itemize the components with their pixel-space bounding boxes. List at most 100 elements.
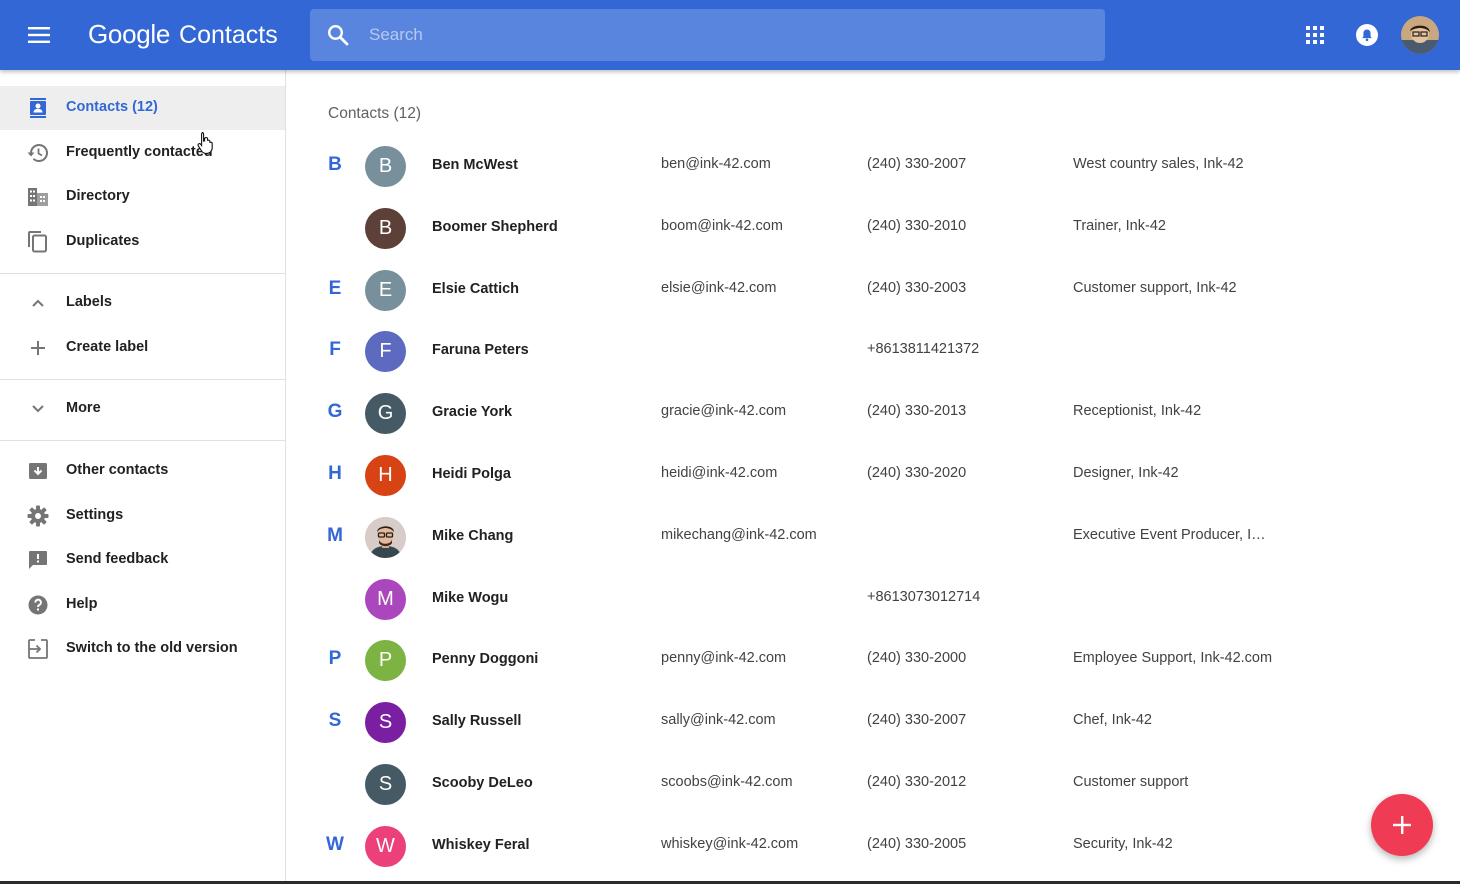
chevron-up-icon — [26, 291, 50, 315]
navigation-sidebar: Contacts (12) Frequently contacted Direc… — [0, 70, 286, 884]
google-apps-button[interactable] — [1297, 17, 1333, 53]
section-letter: E — [328, 278, 342, 299]
gear-icon — [26, 504, 50, 528]
contact-phone: (240) 330-2010 — [867, 218, 967, 234]
contact-name: Whiskey Feral — [432, 837, 530, 853]
search-icon[interactable] — [326, 23, 350, 47]
contact-avatar[interactable]: F — [365, 331, 406, 372]
sidebar-item-label: Other contacts — [66, 462, 169, 478]
contact-name: Sally Russell — [432, 713, 522, 729]
sidebar-item-contacts[interactable]: Contacts (12) — [0, 86, 285, 130]
contact-photo-icon — [365, 517, 406, 558]
sidebar-item-label: Directory — [66, 188, 130, 204]
contact-job-title: Customer support, Ink-42 — [1073, 280, 1237, 296]
contact-job-title: Receptionist, Ink-42 — [1073, 403, 1202, 419]
contact-phone: (240) 330-2012 — [867, 774, 967, 790]
notification-bell-icon — [1356, 24, 1378, 46]
contact-avatar[interactable]: B — [365, 146, 406, 187]
contact-phone: +8613811421372 — [867, 341, 980, 357]
sidebar-item-duplicates[interactable]: Duplicates — [0, 220, 285, 264]
contact-row[interactable]: E E Elsie Cattich elsie@ink-42.com (240)… — [287, 260, 1460, 322]
contact-avatar[interactable]: S — [365, 702, 406, 743]
contact-row[interactable]: G G Gracie York gracie@ink-42.com (240) … — [287, 383, 1460, 445]
contact-name: Penny Doggoni — [432, 651, 539, 667]
history-icon — [26, 141, 50, 165]
sidebar-item-switch-old-version[interactable]: Switch to the old version — [0, 627, 285, 671]
sidebar-item-other-contacts[interactable]: Other contacts — [0, 449, 285, 493]
contact-phone: (240) 330-2013 — [867, 403, 967, 419]
exit-icon — [26, 637, 50, 661]
contact-name: Gracie York — [432, 404, 513, 420]
contact-email: scoobs@ink-42.com — [661, 774, 793, 790]
contact-row[interactable]: S Scooby DeLeo scoobs@ink-42.com (240) 3… — [287, 754, 1460, 816]
search-input[interactable] — [369, 9, 1089, 61]
contact-job-title: Trainer, Ink-42 — [1073, 218, 1166, 234]
contact-row[interactable]: P P Penny Doggoni penny@ink-42.com (240)… — [287, 630, 1460, 692]
contact-row[interactable]: S S Sally Russell sally@ink-42.com (240)… — [287, 692, 1460, 754]
notifications-button[interactable] — [1349, 17, 1385, 53]
contact-row[interactable]: M Mike Wogu +8613073012714 — [287, 569, 1460, 631]
contact-avatar[interactable]: B — [365, 208, 406, 249]
contact-avatar[interactable]: H — [365, 455, 406, 496]
contact-job-title: Security, Ink-42 — [1073, 836, 1173, 852]
contact-row[interactable]: B B Ben McWest ben@ink-42.com (240) 330-… — [287, 136, 1460, 198]
sidebar-item-settings[interactable]: Settings — [0, 494, 285, 538]
contact-name: Ben McWest — [432, 157, 518, 173]
sidebar-divider — [0, 273, 285, 274]
contact-phone: (240) 330-2000 — [867, 650, 967, 666]
contact-row[interactable]: M Mike Chang mikechang@ink-42.com Execut… — [287, 507, 1460, 569]
contact-avatar[interactable]: W — [365, 826, 406, 867]
sidebar-item-send-feedback[interactable]: Send feedback — [0, 538, 285, 582]
list-title: Contacts (12) — [328, 105, 422, 122]
contact-phone: (240) 330-2005 — [867, 836, 967, 852]
contact-avatar[interactable]: M — [365, 579, 406, 620]
contacts-icon — [26, 96, 50, 120]
more-section-toggle[interactable]: More — [0, 387, 285, 431]
hamburger-menu-icon — [28, 27, 50, 43]
contact-avatar[interactable] — [365, 517, 406, 558]
contact-email: elsie@ink-42.com — [661, 280, 777, 296]
sidebar-divider — [0, 379, 285, 380]
product-name: Contacts — [179, 21, 278, 49]
contact-avatar[interactable]: G — [365, 393, 406, 434]
contact-row[interactable]: W W Whiskey Feral whiskey@ink-42.com (24… — [287, 816, 1460, 878]
sidebar-item-label: Frequently contacted — [66, 144, 213, 160]
contact-name: Boomer Shepherd — [432, 219, 558, 235]
create-label-text: Create label — [66, 339, 149, 355]
account-avatar[interactable] — [1401, 16, 1439, 54]
section-letter: P — [328, 648, 342, 669]
contact-row[interactable]: B Boomer Shepherd boom@ink-42.com (240) … — [287, 198, 1460, 260]
section-letter: G — [327, 401, 343, 422]
contact-job-title: Designer, Ink-42 — [1073, 465, 1179, 481]
app-header: Google Contacts — [0, 0, 1460, 70]
app-logo[interactable]: Google Contacts — [88, 19, 278, 51]
contact-avatar[interactable]: E — [365, 270, 406, 311]
create-contact-button[interactable] — [1371, 794, 1433, 856]
contact-job-title: Chef, Ink-42 — [1073, 712, 1152, 728]
contact-name: Mike Wogu — [432, 590, 509, 606]
labels-heading: Labels — [66, 294, 112, 310]
contact-avatar[interactable]: P — [365, 640, 406, 681]
duplicates-icon — [26, 230, 50, 254]
sidebar-item-label: Duplicates — [66, 233, 140, 249]
contact-job-title: Employee Support, Ink-42.com — [1073, 650, 1273, 666]
contact-job-title: West country sales, Ink-42 — [1073, 156, 1244, 172]
section-letter: F — [329, 339, 341, 360]
sidebar-item-directory[interactable]: Directory — [0, 175, 285, 219]
contact-email: whiskey@ink-42.com — [661, 836, 799, 852]
plus-icon — [26, 336, 50, 360]
contact-job-title: Customer support — [1073, 774, 1189, 790]
contact-avatar[interactable]: S — [365, 764, 406, 805]
contact-row[interactable]: H H Heidi Polga heidi@ink-42.com (240) 3… — [287, 445, 1460, 507]
labels-section-toggle[interactable]: Labels — [0, 281, 285, 325]
contact-row[interactable]: F F Faruna Peters +8613811421372 — [287, 321, 1460, 383]
sidebar-item-help[interactable]: Help — [0, 583, 285, 627]
contact-name: Elsie Cattich — [432, 281, 520, 297]
chevron-down-icon — [26, 397, 50, 421]
contact-phone: +8613073012714 — [867, 589, 981, 605]
more-heading: More — [66, 400, 101, 416]
main-menu-button[interactable] — [21, 17, 57, 53]
create-label-button[interactable]: Create label — [0, 326, 285, 370]
sidebar-item-frequently-contacted[interactable]: Frequently contacted — [0, 131, 285, 175]
sidebar-item-label: Settings — [66, 507, 124, 523]
